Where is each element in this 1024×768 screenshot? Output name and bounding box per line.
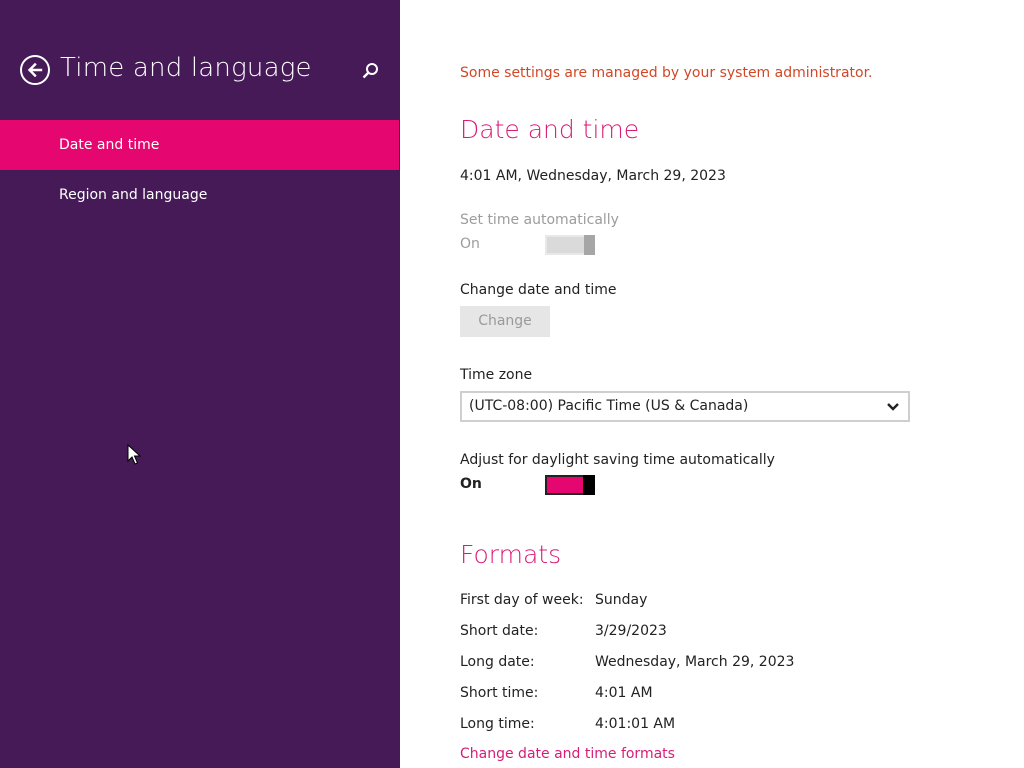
format-label-first-day: First day of week: [460, 592, 584, 608]
time-zone-label: Time zone [460, 367, 533, 383]
back-arrow-icon [27, 62, 43, 78]
change-date-time-label: Change date and time [460, 282, 617, 298]
back-button[interactable] [20, 55, 50, 85]
mouse-pointer-icon [127, 444, 141, 465]
sidebar-item-region-and-language[interactable]: Region and language [0, 170, 399, 220]
admin-notice: Some settings are managed by your system… [460, 65, 873, 81]
sidebar-item-date-and-time[interactable]: Date and time [0, 120, 399, 170]
page-title: Time and language [60, 53, 312, 83]
date-time-heading: Date and time [460, 115, 640, 144]
set-time-automatically-label: Set time automatically [460, 212, 619, 228]
current-date-time: 4:01 AM, Wednesday, March 29, 2023 [460, 168, 726, 184]
format-value-long-date: Wednesday, March 29, 2023 [595, 654, 795, 670]
dst-toggle[interactable] [545, 475, 595, 495]
main-content: Some settings are managed by your system… [400, 0, 1024, 768]
format-value-first-day: Sunday [595, 592, 648, 608]
change-formats-link[interactable]: Change date and time formats [460, 746, 675, 762]
set-time-automatically-toggle[interactable] [545, 235, 595, 255]
time-zone-value: (UTC-08:00) Pacific Time (US & Canada) [469, 398, 749, 414]
format-label-long-date: Long date: [460, 654, 535, 670]
format-value-short-date: 3/29/2023 [595, 623, 667, 639]
time-zone-dropdown[interactable]: (UTC-08:00) Pacific Time (US & Canada) [460, 391, 910, 422]
chevron-down-icon [887, 403, 899, 411]
format-label-short-time: Short time: [460, 685, 539, 701]
format-label-short-date: Short date: [460, 623, 539, 639]
format-value-short-time: 4:01 AM [595, 685, 653, 701]
format-value-long-time: 4:01:01 AM [595, 716, 676, 732]
toggle-thumb [584, 235, 595, 255]
search-button[interactable] [360, 60, 382, 82]
dst-state: On [460, 476, 482, 492]
search-icon [362, 63, 378, 79]
toggle-thumb [583, 475, 595, 495]
format-label-long-time: Long time: [460, 716, 535, 732]
change-button[interactable]: Change [460, 306, 550, 337]
dst-label: Adjust for daylight saving time automati… [460, 452, 775, 468]
sidebar: Time and language Date and time Region a… [0, 0, 400, 768]
set-time-automatically-state: On [460, 236, 480, 252]
formats-heading: Formats [460, 540, 562, 569]
